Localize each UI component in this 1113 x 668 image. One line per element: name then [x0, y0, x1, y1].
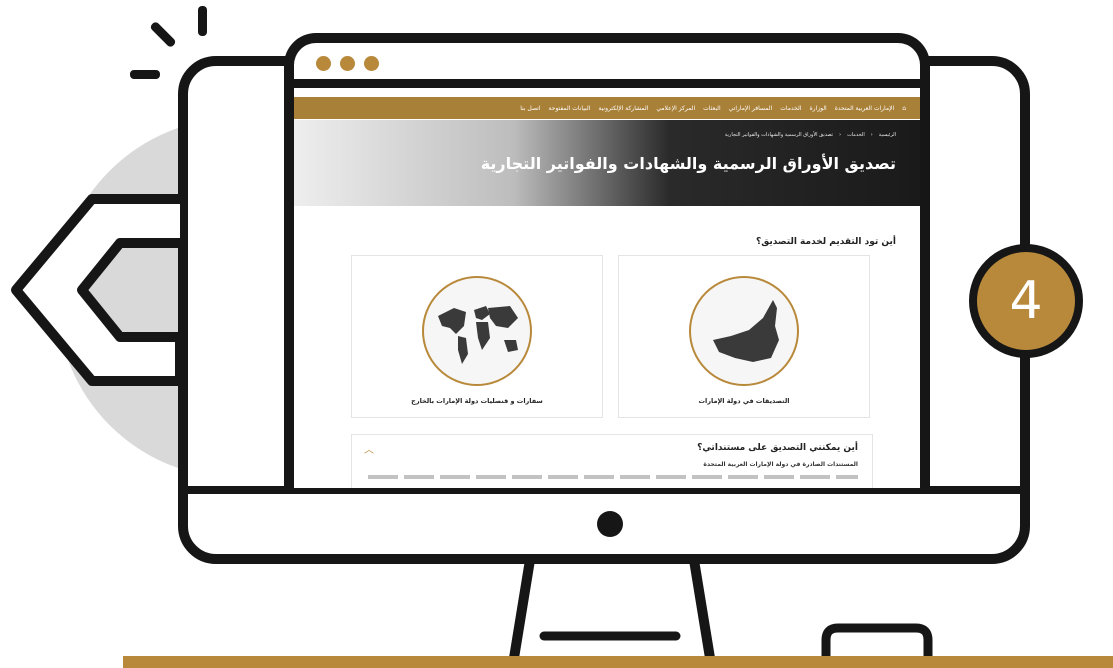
section-question: أين تود التقديم لخدمة التصديق؟: [755, 237, 896, 247]
faq-subtitle: المستندات الصادرة في دولة الإمارات العرب…: [703, 461, 858, 468]
nav-item[interactable]: المسافر الإماراتي: [729, 105, 773, 112]
sparkle-mark: [198, 6, 207, 36]
window-dot-icon: [364, 56, 379, 71]
browser-window: ⌂ الإمارات العربية المتحدة الوزارة الخدم…: [284, 33, 930, 488]
sparkle-mark: [130, 70, 160, 79]
website-screenshot: ⌂ الإمارات العربية المتحدة الوزارة الخدم…: [294, 97, 920, 488]
step-number-badge: 4: [969, 244, 1083, 358]
site-navbar: ⌂ الإمارات العربية المتحدة الوزارة الخدم…: [294, 97, 920, 119]
home-icon[interactable]: ⌂: [902, 105, 906, 112]
breadcrumb: الرئيسية ‹ الخدمات ‹ تصديق الأوراق الرسم…: [725, 132, 896, 138]
faq-title: أين يمكنني التصديق على مستنداتي؟: [697, 443, 858, 453]
faq-text-line: [368, 475, 858, 479]
faq-accordion[interactable]: أين يمكنني التصديق على مستنداتي؟ المستند…: [351, 434, 873, 488]
card-uae[interactable]: التصديقات في دولة الإمارات: [618, 255, 870, 418]
browser-titlebar: [294, 43, 920, 88]
page-hero: الرئيسية ‹ الخدمات ‹ تصديق الأوراق الرسم…: [294, 120, 920, 206]
breadcrumb-separator: ‹: [870, 132, 873, 138]
back-arrow-icon: [11, 194, 185, 386]
monitor-stand: [509, 559, 715, 659]
nav-item[interactable]: المشاركة الإلكترونية: [598, 105, 648, 112]
nav-item[interactable]: البعثات: [703, 105, 721, 112]
nav-item[interactable]: الخدمات: [780, 105, 801, 112]
card-label: سفارات و قنصليات دولة الإمارات بالخارج: [411, 397, 543, 405]
window-dot-icon: [316, 56, 331, 71]
card-abroad[interactable]: سفارات و قنصليات دولة الإمارات بالخارج: [351, 255, 603, 418]
uae-map-icon: [689, 276, 799, 386]
breadcrumb-item[interactable]: الخدمات: [847, 132, 865, 138]
nav-item[interactable]: الوزارة: [809, 105, 826, 112]
chevron-up-icon[interactable]: ︿: [364, 441, 374, 456]
nav-item[interactable]: الإمارات العربية المتحدة: [835, 105, 895, 112]
window-dot-icon: [340, 56, 355, 71]
nav-item[interactable]: اتصل بنا: [520, 105, 540, 112]
world-map-icon: [422, 276, 532, 386]
nav-item[interactable]: البيانات المفتوحة: [549, 105, 591, 112]
card-label: التصديقات في دولة الإمارات: [698, 397, 790, 405]
nav-item[interactable]: المركز الإعلامي: [656, 105, 695, 112]
page-title: تصديق الأوراق الرسمية والشهادات والفواتي…: [480, 154, 896, 173]
sparkle-mark: [149, 20, 177, 49]
breadcrumb-separator: ‹: [839, 132, 842, 138]
breadcrumb-item: تصديق الأوراق الرسمية والشهادات والفواتي…: [724, 132, 834, 138]
monitor-button-icon: [597, 511, 623, 537]
ground-line: [123, 656, 1113, 668]
breadcrumb-item[interactable]: الرئيسية: [879, 132, 896, 138]
